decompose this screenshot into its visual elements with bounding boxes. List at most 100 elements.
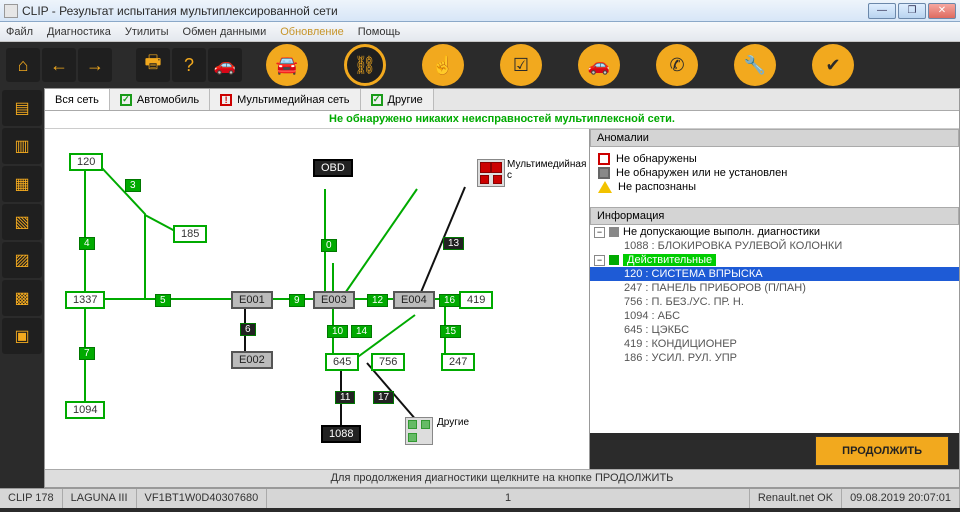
node-645[interactable]: 645: [325, 353, 359, 371]
tree-item-645[interactable]: 645 : ЦЭКБС: [590, 323, 959, 337]
side-btn-7[interactable]: ▣: [2, 318, 42, 354]
node-e004[interactable]: E004: [393, 291, 435, 309]
info-tree[interactable]: −Не допускающие выполн. диагностики 1088…: [590, 225, 959, 433]
tree-item-419[interactable]: 419 : КОНДИЦИОНЕР: [590, 337, 959, 351]
close-button[interactable]: ✕: [928, 3, 956, 19]
node-756[interactable]: 756: [371, 353, 405, 371]
node-185[interactable]: 185: [173, 225, 207, 243]
node-e001[interactable]: E001: [231, 291, 273, 309]
menu-util[interactable]: Утилиты: [125, 26, 169, 38]
edge-6: 6: [240, 323, 256, 336]
node-1094[interactable]: 1094: [65, 401, 105, 419]
anomalies-list: Не обнаружены Не обнаружен или не устано…: [590, 147, 959, 207]
multimedia-label: Мультимедийная с: [507, 159, 589, 181]
forward-button[interactable]: →: [78, 48, 112, 82]
edge-10: 10: [327, 325, 348, 338]
red-square-icon: [598, 153, 610, 165]
edge-16: 16: [439, 294, 460, 307]
node-419[interactable]: 419: [459, 291, 493, 309]
tab-multimedia[interactable]: !Мультимедийная сеть: [210, 89, 360, 110]
edge-14: 14: [351, 325, 372, 338]
continue-button[interactable]: ПРОДОЛЖИТЬ: [815, 436, 949, 466]
menu-help[interactable]: Помощь: [358, 26, 401, 38]
menu-file[interactable]: Файл: [6, 26, 33, 38]
tab-auto[interactable]: ✓Автомобиль: [110, 89, 210, 110]
tree-item-120[interactable]: 120 : СИСТЕМА ВПРЫСКА: [590, 267, 959, 281]
network-diagram[interactable]: 120 185 1337 1094 OBD E001 E002 E003 E00…: [45, 129, 589, 469]
side-btn-5[interactable]: ▨: [2, 242, 42, 278]
anomalies-header: Аномалии: [590, 129, 959, 147]
nav-vehicle-icon[interactable]: 🚘: [266, 44, 308, 86]
side-btn-6[interactable]: ▩: [2, 280, 42, 316]
node-e003[interactable]: E003: [313, 291, 355, 309]
gray-square-icon: [598, 167, 610, 179]
side-btn-2[interactable]: ▥: [2, 128, 42, 164]
nav-big-icons: 🚘 ⛓ ☝ ☑ 🚗 ✆ 🔧 ✔: [266, 44, 854, 86]
info-header: Информация: [590, 207, 959, 225]
status-version: CLIP 178: [0, 489, 63, 508]
edge-9: 9: [289, 294, 305, 307]
edge-7: 7: [79, 347, 95, 360]
status-model: LAGUNA III: [63, 489, 137, 508]
hint-bar: Для продолжения диагностики щелкните на …: [45, 469, 959, 487]
tree-item-1094[interactable]: 1094 : АБС: [590, 309, 959, 323]
nav-car-icon[interactable]: 🚗: [578, 44, 620, 86]
tree-item-756[interactable]: 756 : П. БЕЗ./УС. ПР. Н.: [590, 295, 959, 309]
side-btn-3[interactable]: ▦: [2, 166, 42, 202]
tree-cat-no-diag[interactable]: −Не допускающие выполн. диагностики: [590, 225, 959, 239]
node-obd[interactable]: OBD: [313, 159, 353, 177]
back-button[interactable]: ←: [42, 48, 76, 82]
edge-0: 0: [321, 239, 337, 252]
nav-touch-icon[interactable]: ☝: [422, 44, 464, 86]
edge-12: 12: [367, 294, 388, 307]
status-net: Renault.net OK: [750, 489, 842, 508]
edge-15: 15: [440, 325, 461, 338]
menu-exchange[interactable]: Обмен данными: [183, 26, 267, 38]
edge-5: 5: [155, 294, 171, 307]
edge-13: 13: [443, 237, 464, 250]
tabs: Вся сеть ✓Автомобиль !Мультимедийная сет…: [45, 89, 959, 111]
nav-gearbox-icon[interactable]: ⛓: [344, 44, 386, 86]
node-e002[interactable]: E002: [231, 351, 273, 369]
nav-ok-icon[interactable]: ✔: [812, 44, 854, 86]
side-btn-1[interactable]: ▤: [2, 90, 42, 126]
status-line: Не обнаружено никаких неисправностей мул…: [45, 111, 959, 129]
multimedia-box[interactable]: [477, 159, 505, 187]
tree-cat-valid[interactable]: −Действительные: [590, 253, 959, 267]
nav-tools-icon[interactable]: 🔧: [734, 44, 776, 86]
status-vin: VF1BT1W0D40307680: [137, 489, 268, 508]
menubar: Файл Диагностика Утилиты Обмен данными О…: [0, 22, 960, 42]
other-box[interactable]: [405, 417, 433, 445]
tree-item-186[interactable]: 186 : УСИЛ. РУЛ. УПР: [590, 351, 959, 365]
titlebar: CLIP - Результат испытания мультиплексир…: [0, 0, 960, 22]
minimize-button[interactable]: —: [868, 3, 896, 19]
nav-check-icon[interactable]: ☑: [500, 44, 542, 86]
home-button[interactable]: ⌂: [6, 48, 40, 82]
node-120[interactable]: 120: [69, 153, 103, 171]
tab-all[interactable]: Вся сеть: [45, 89, 110, 110]
status-page: 1: [267, 489, 750, 508]
side-btn-4[interactable]: ▧: [2, 204, 42, 240]
continue-bar: ПРОДОЛЖИТЬ: [590, 433, 959, 469]
node-1088[interactable]: 1088: [321, 425, 361, 443]
window-title: CLIP - Результат испытания мультиплексир…: [22, 4, 338, 18]
node-1337[interactable]: 1337: [65, 291, 105, 309]
toolbar: ⌂ ← → 🖶 ? 🚗 🚘 ⛓ ☝ ☑ 🚗 ✆ 🔧 ✔: [0, 42, 960, 88]
statusbar: CLIP 178 LAGUNA III VF1BT1W0D40307680 1 …: [0, 488, 960, 508]
menu-update[interactable]: Обновление: [280, 26, 344, 38]
help-button[interactable]: ?: [172, 48, 206, 82]
tab-other[interactable]: ✓Другие: [361, 89, 434, 110]
print-button[interactable]: 🖶: [136, 48, 170, 82]
nav-phone-icon[interactable]: ✆: [656, 44, 698, 86]
other-label: Другие: [437, 417, 469, 428]
node-247[interactable]: 247: [441, 353, 475, 371]
vehicle-button[interactable]: 🚗: [208, 48, 242, 82]
maximize-button[interactable]: ❐: [898, 3, 926, 19]
tree-item-1088[interactable]: 1088 : БЛОКИРОВКА РУЛЕВОЙ КОЛОНКИ: [590, 239, 959, 253]
status-time: 09.08.2019 20:07:01: [842, 489, 960, 508]
edge-3: 3: [125, 179, 141, 192]
menu-diag[interactable]: Диагностика: [47, 26, 111, 38]
edge-17: 17: [373, 391, 394, 404]
app-icon: [4, 4, 18, 18]
tree-item-247[interactable]: 247 : ПАНЕЛЬ ПРИБОРОВ (П/ПАН): [590, 281, 959, 295]
